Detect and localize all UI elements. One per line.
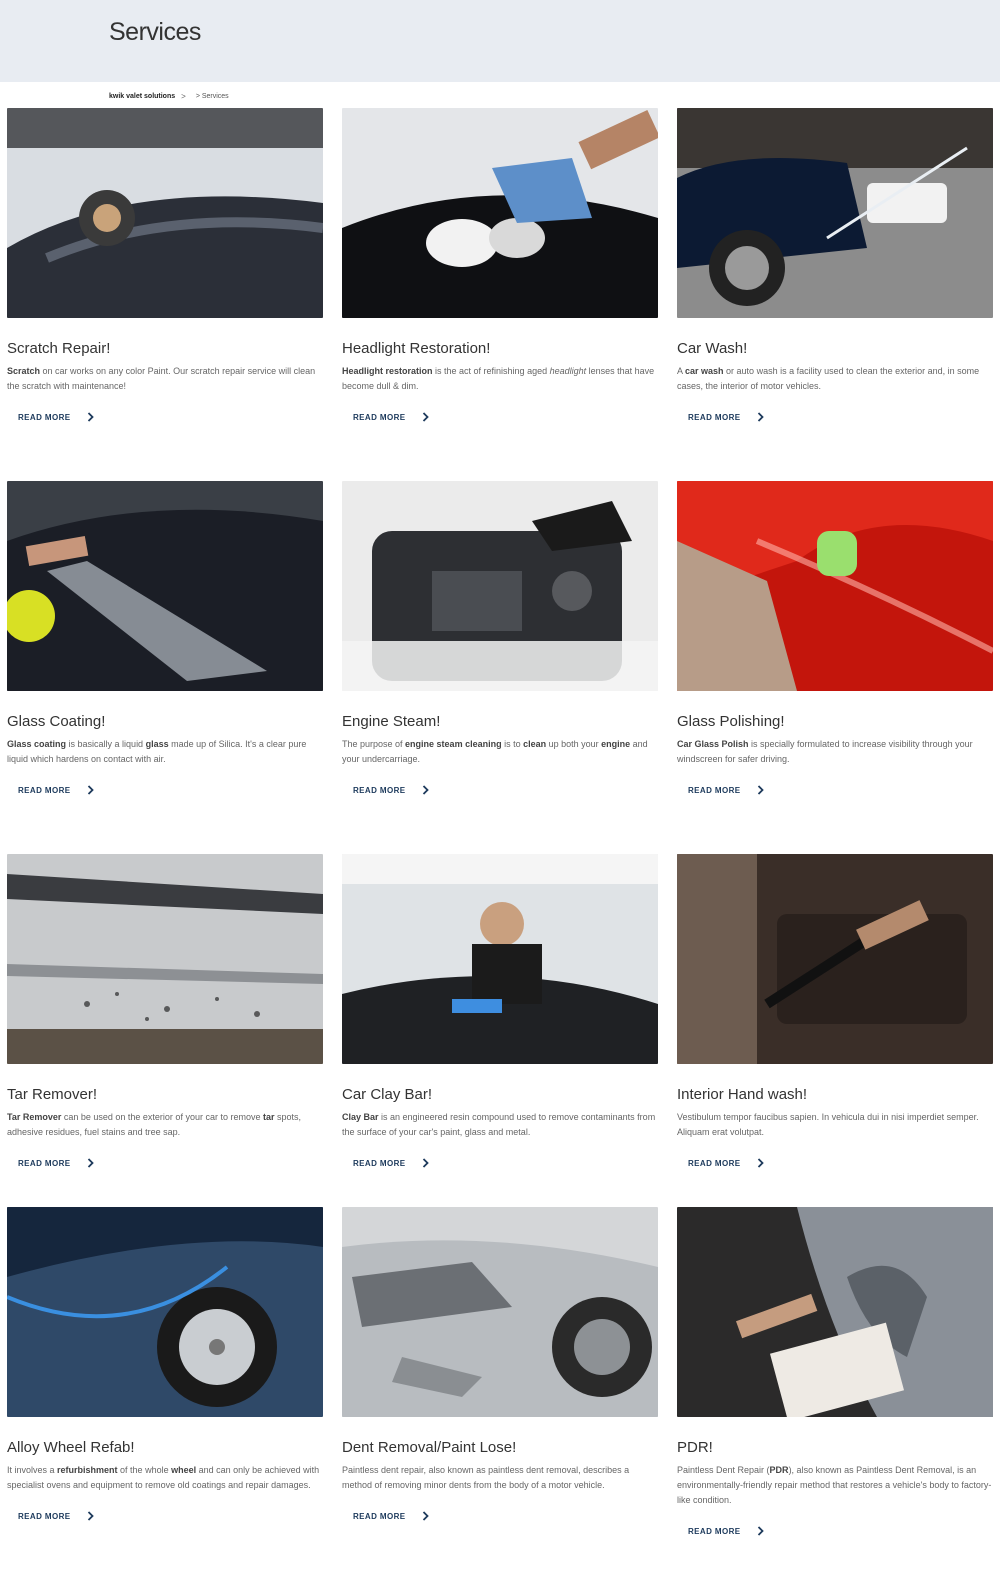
service-title: Glass Coating!: [7, 713, 106, 730]
service-description: Scratch on car works on any color Paint.…: [7, 366, 316, 391]
service-description: Paintless Dent Repair (PDR), also known …: [677, 1465, 992, 1505]
read-more-link[interactable]: READ MORE: [353, 1511, 429, 1521]
service-description: Glass coating is basically a liquid glas…: [7, 739, 307, 764]
chevron-right-icon: [757, 1158, 764, 1168]
service-description: A car wash or auto wash is a facility us…: [677, 366, 980, 391]
service-description: Tar Remover can be used on the exterior …: [7, 1112, 301, 1137]
service-description: Car Glass Polish is specially formulated…: [677, 739, 973, 764]
service-description: Paintless dent repair, also known as pai…: [342, 1465, 630, 1490]
chevron-right-icon: [87, 1158, 94, 1168]
car-polishing-photo[interactable]: [7, 108, 323, 318]
damage-inspection-photo[interactable]: [677, 1207, 993, 1417]
coating-spray-photo[interactable]: [7, 481, 323, 691]
service-card: Scratch Repair! Scratch on car works on a…: [7, 108, 323, 425]
service-card: Engine Steam! The purpose of engine steam…: [342, 481, 658, 798]
chevron-right-icon: [87, 412, 94, 422]
chevron-right-icon: [87, 1511, 94, 1521]
chevron-right-icon: [422, 1158, 429, 1168]
chevron-right-icon: [757, 412, 764, 422]
read-more-link[interactable]: READ MORE: [353, 412, 429, 422]
chevron-right-icon: [757, 785, 764, 795]
read-more-label: READ MORE: [688, 785, 741, 795]
service-card: Car Wash! A car wash or auto wash is a fa…: [677, 108, 993, 425]
read-more-link[interactable]: READ MORE: [688, 412, 764, 422]
breadcrumb-current: > Services: [195, 92, 229, 100]
read-more-link[interactable]: READ MORE: [18, 785, 94, 795]
read-more-label: READ MORE: [353, 785, 406, 795]
read-more-link[interactable]: READ MORE: [353, 1158, 429, 1168]
service-title: Dent Removal/Paint Lose!: [342, 1439, 517, 1456]
service-card: Glass Polishing! Car Glass Polish is spec…: [677, 481, 993, 798]
read-more-link[interactable]: READ MORE: [18, 1511, 94, 1521]
service-title: Engine Steam!: [342, 713, 441, 730]
breadcrumb-separator: >: [181, 91, 186, 101]
read-more-label: READ MORE: [353, 1158, 406, 1168]
read-more-label: READ MORE: [688, 1526, 741, 1536]
page-title: Services: [109, 18, 201, 46]
clay-bar-photo[interactable]: [342, 854, 658, 1064]
service-card: Tar Remover! Tar Remover can be used on t…: [7, 854, 323, 1171]
read-more-link[interactable]: READ MORE: [18, 1158, 94, 1168]
chevron-right-icon: [87, 785, 94, 795]
read-more-label: READ MORE: [18, 1511, 71, 1521]
breadcrumb: kwik valet solutions > > Services: [109, 90, 229, 102]
service-description: Clay Bar is an engineered resin compound…: [342, 1112, 656, 1137]
chevron-right-icon: [422, 1511, 429, 1521]
service-description: The purpose of engine steam cleaning is …: [342, 739, 648, 764]
service-description: Vestibulum tempor faucibus sapien. In ve…: [677, 1112, 979, 1137]
tar-spots-photo[interactable]: [7, 854, 323, 1064]
service-title: Alloy Wheel Refab!: [7, 1439, 135, 1456]
read-more-label: READ MORE: [688, 412, 741, 422]
service-card: Alloy Wheel Refab! It involves a refurbis…: [7, 1207, 323, 1524]
service-card: Dent Removal/Paint Lose! Paintless dent r…: [342, 1207, 658, 1524]
read-more-link[interactable]: READ MORE: [688, 785, 764, 795]
chevron-right-icon: [422, 412, 429, 422]
service-title: Scratch Repair!: [7, 340, 111, 357]
service-title: Tar Remover!: [7, 1086, 98, 1103]
service-title: PDR!: [677, 1439, 713, 1456]
read-more-label: READ MORE: [18, 412, 71, 422]
chevron-right-icon: [422, 785, 429, 795]
engine-cleaning-photo[interactable]: [342, 481, 658, 691]
wheel-washing-photo[interactable]: [7, 1207, 323, 1417]
service-title: Headlight Restoration!: [342, 340, 491, 357]
service-title: Car Wash!: [677, 340, 748, 357]
read-more-label: READ MORE: [18, 785, 71, 795]
read-more-label: READ MORE: [18, 1158, 71, 1168]
page-header: Services: [0, 0, 1000, 82]
read-more-label: READ MORE: [353, 412, 406, 422]
headlight-cleaning-photo[interactable]: [342, 108, 658, 318]
service-card: Car Clay Bar! Clay Bar is an engineered r…: [342, 854, 658, 1171]
read-more-label: READ MORE: [353, 1511, 406, 1521]
service-description: It involves a refurbishment of the whole…: [7, 1465, 320, 1490]
read-more-link[interactable]: READ MORE: [688, 1526, 764, 1536]
read-more-link[interactable]: READ MORE: [353, 785, 429, 795]
pressure-washing-photo[interactable]: [677, 108, 993, 318]
service-card: PDR! Paintless Dent Repair (PDR), also kn…: [677, 1207, 993, 1539]
service-card: Headlight Restoration! Headlight restorat…: [342, 108, 658, 425]
read-more-label: READ MORE: [688, 1158, 741, 1168]
read-more-link[interactable]: READ MORE: [688, 1158, 764, 1168]
service-card: Glass Coating! Glass coating is basically…: [7, 481, 323, 798]
service-title: Car Clay Bar!: [342, 1086, 433, 1103]
service-description: Headlight restoration is the act of refi…: [342, 366, 655, 391]
dented-bumper-photo[interactable]: [342, 1207, 658, 1417]
service-card: Interior Hand wash! Vestibulum tempor fau…: [677, 854, 993, 1171]
breadcrumb-home-link[interactable]: kwik valet solutions: [109, 93, 175, 100]
read-more-link[interactable]: READ MORE: [18, 412, 94, 422]
service-title: Interior Hand wash!: [677, 1086, 808, 1103]
chevron-right-icon: [757, 1526, 764, 1536]
red-car-polishing-photo[interactable]: [677, 481, 993, 691]
interior-vacuum-photo[interactable]: [677, 854, 993, 1064]
service-title: Glass Polishing!: [677, 713, 785, 730]
